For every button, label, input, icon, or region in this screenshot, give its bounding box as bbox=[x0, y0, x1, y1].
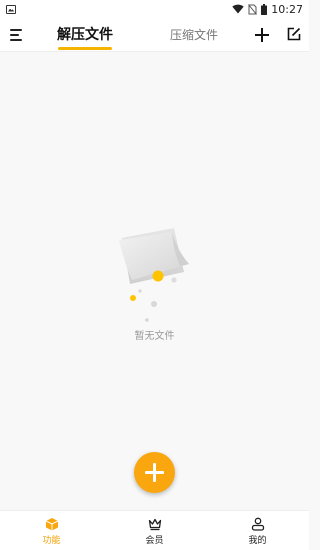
edit-icon[interactable] bbox=[287, 27, 301, 41]
tab-decompress[interactable]: 解压文件 bbox=[57, 24, 113, 44]
status-time: 10:27 bbox=[271, 2, 303, 16]
no-sim-icon bbox=[248, 3, 258, 15]
nav-item-mine[interactable]: 我的 bbox=[206, 511, 309, 550]
battery-icon bbox=[261, 3, 268, 15]
crown-icon bbox=[148, 518, 161, 531]
bottom-navigation: 功能 会员 我的 bbox=[0, 510, 309, 550]
nav-item-features[interactable]: 功能 bbox=[0, 511, 103, 550]
box-icon bbox=[45, 518, 58, 531]
active-tab-indicator bbox=[58, 47, 112, 50]
empty-state-message: 暂无文件 bbox=[134, 331, 175, 342]
wifi-icon bbox=[232, 4, 244, 14]
status-bar: 10:27 bbox=[0, 0, 309, 18]
nav-label-features: 功能 bbox=[42, 536, 61, 546]
image-icon bbox=[6, 4, 16, 14]
nav-item-membership[interactable]: 会员 bbox=[103, 511, 206, 550]
user-icon bbox=[251, 517, 264, 531]
plus-icon[interactable] bbox=[255, 28, 269, 42]
top-header: 解压文件 压缩文件 bbox=[0, 18, 309, 52]
tab-compress[interactable]: 压缩文件 bbox=[170, 26, 218, 43]
menu-icon[interactable] bbox=[10, 29, 22, 41]
add-file-button[interactable] bbox=[134, 452, 175, 493]
nav-label-mine: 我的 bbox=[248, 536, 267, 546]
nav-label-membership: 会员 bbox=[145, 536, 164, 546]
empty-folder-illustration bbox=[119, 228, 189, 322]
